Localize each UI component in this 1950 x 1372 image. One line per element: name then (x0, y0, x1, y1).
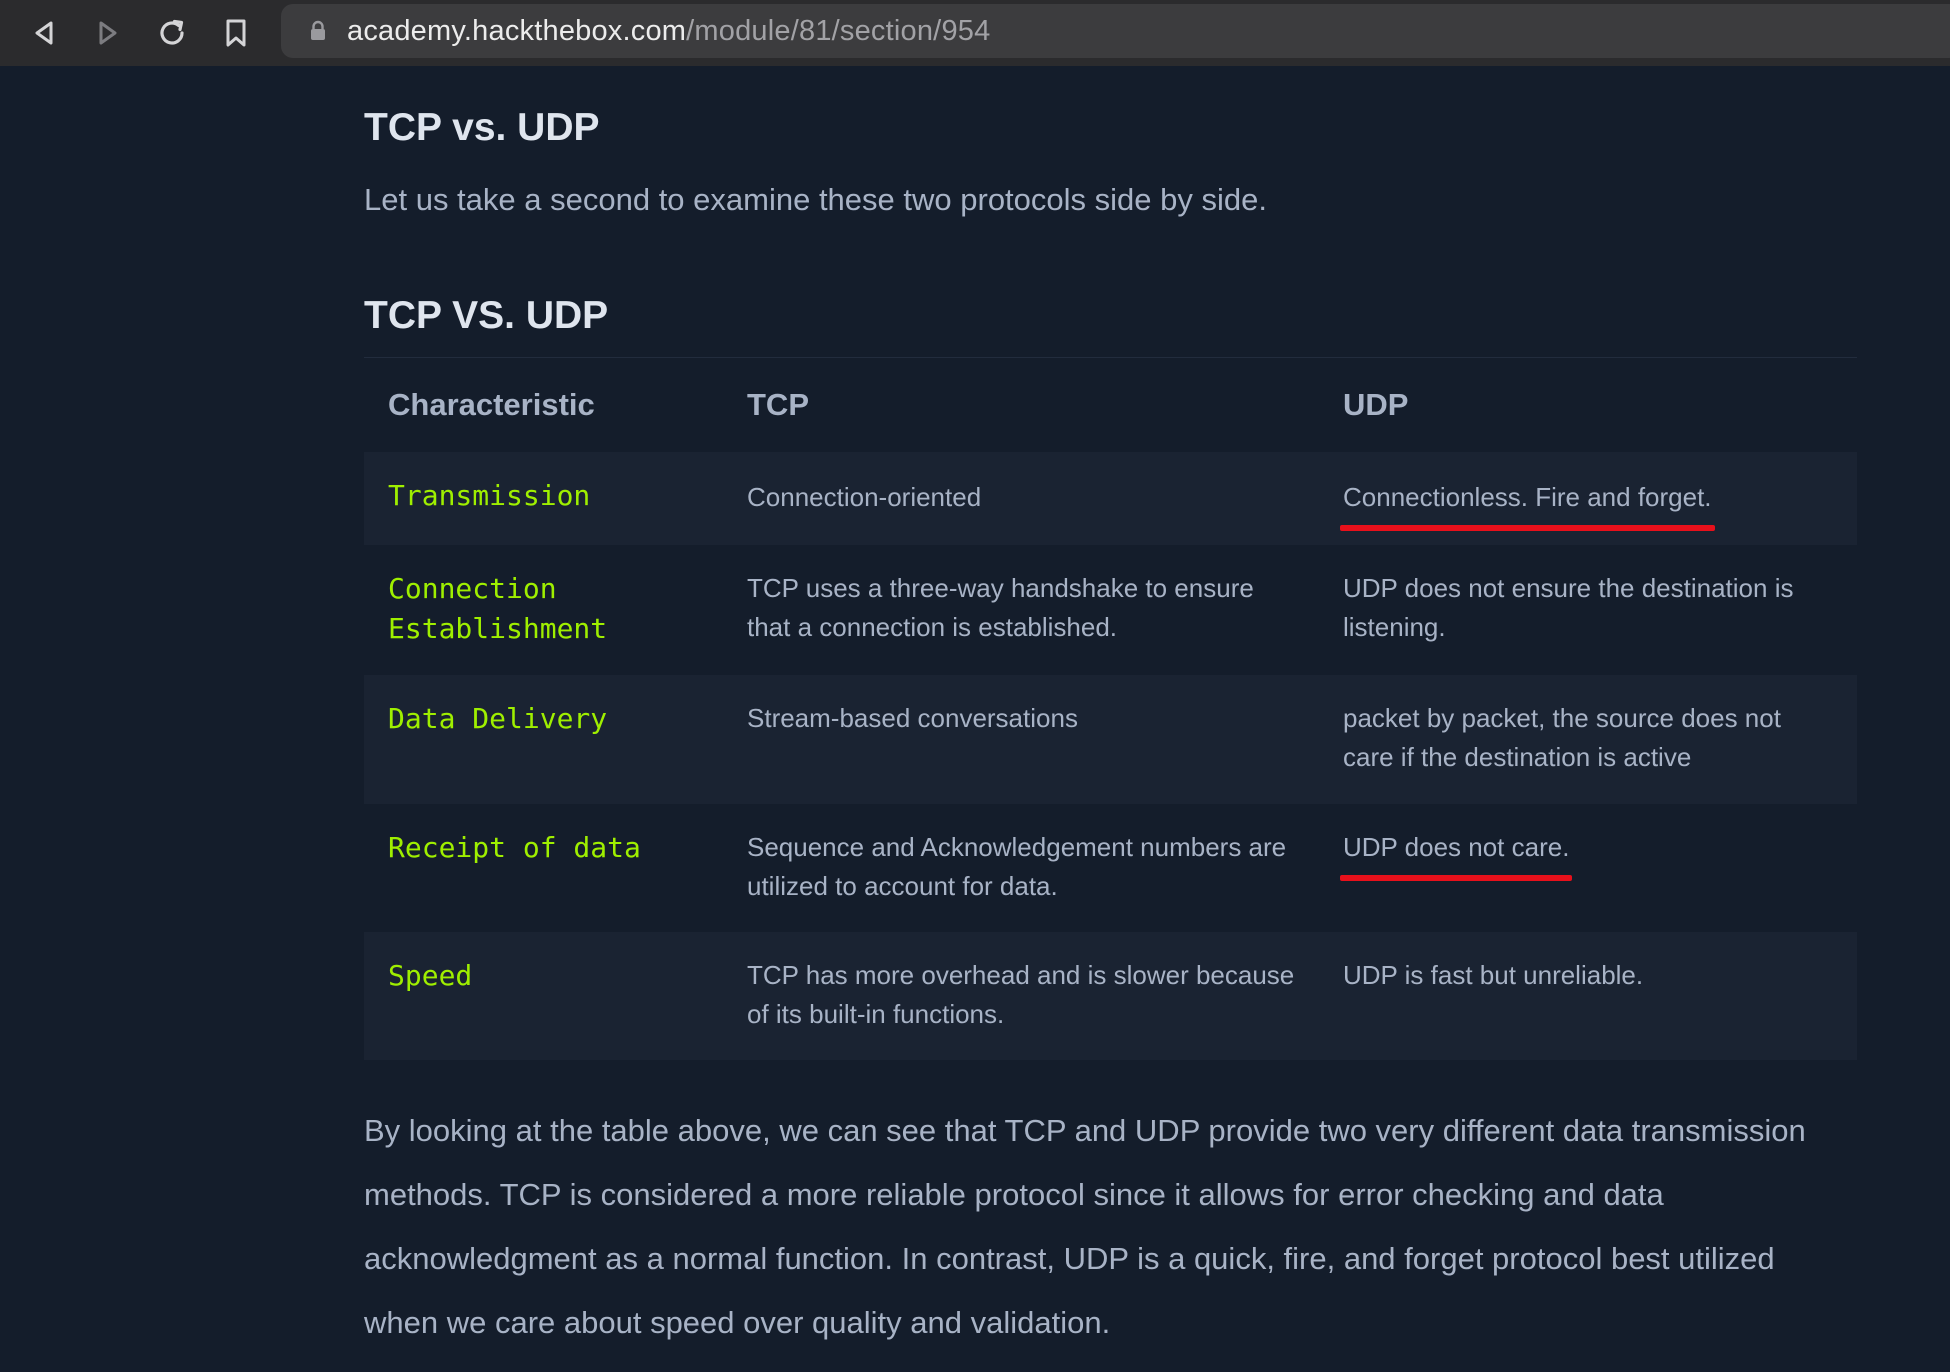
section-heading: TCP vs. UDP (364, 106, 600, 149)
tcp-udp-comparison-table: Characteristic TCP UDP Transmission Conn… (364, 358, 1857, 1060)
table-row: Transmission Connection-oriented Connect… (364, 452, 1857, 545)
back-icon (35, 21, 53, 45)
table-row: Data Delivery Stream-based conversations… (364, 675, 1857, 804)
forward-icon (99, 21, 117, 45)
bookmark-icon (226, 19, 246, 47)
characteristic-cell: Receipt of data (388, 831, 641, 864)
url-host: academy.hackthebox.com (347, 14, 687, 47)
udp-cell-label: UDP does not care. (1343, 832, 1570, 862)
tcp-cell: Connection-oriented (723, 452, 1319, 545)
udp-cell: packet by packet, the source does not ca… (1319, 675, 1857, 804)
udp-cell-text: UDP does not care. (1340, 828, 1573, 881)
bookmark-button[interactable] (204, 0, 268, 66)
characteristic-cell: Data Delivery (364, 675, 723, 804)
udp-cell: UDP is fast but unreliable. (1319, 932, 1857, 1060)
tcp-cell: Stream-based conversations (723, 675, 1319, 804)
table-title: TCP VS. UDP (364, 294, 609, 337)
table-row: Receipt of data Sequence and Acknowledge… (364, 804, 1857, 932)
address-bar[interactable]: academy.hackthebox.com/module/81/section… (281, 4, 1950, 58)
characteristic-cell: Speed (364, 932, 723, 1060)
table-row: Connection Establishment TCP uses a thre… (364, 545, 1857, 675)
conclusion-paragraph: By looking at the table above, we can se… (364, 1113, 1806, 1340)
table-row: Speed TCP has more overhead and is slowe… (364, 932, 1857, 1060)
table-header-row: Characteristic TCP UDP (364, 358, 1857, 452)
udp-cell-text: Connectionless. Fire and forget. (1340, 478, 1715, 531)
tcp-cell: Sequence and Acknowledgement numbers are… (747, 832, 1287, 901)
udp-cell: UDP does not ensure the destination is l… (1343, 573, 1794, 642)
intro-paragraph: Let us take a second to examine these tw… (364, 182, 1267, 217)
red-underline-annotation (1340, 525, 1715, 531)
forward-button[interactable] (76, 0, 140, 66)
url-text: academy.hackthebox.com/module/81/section… (347, 15, 990, 48)
red-underline-annotation (1340, 875, 1573, 881)
browser-toolbar: academy.hackthebox.com/module/81/section… (0, 0, 1950, 66)
characteristic-cell: Connection Establishment (388, 572, 608, 645)
reload-icon (160, 19, 184, 45)
header-udp: UDP (1343, 387, 1409, 422)
url-path: /module/81/section/954 (686, 14, 991, 47)
back-button[interactable] (12, 0, 76, 66)
header-tcp: TCP (747, 387, 809, 422)
udp-cell: Connectionless. Fire and forget. (1319, 452, 1857, 545)
tcp-cell: TCP uses a three-way handshake to ensure… (747, 573, 1254, 642)
udp-cell-label: Connectionless. Fire and forget. (1343, 482, 1712, 512)
reload-button[interactable] (140, 0, 204, 66)
characteristic-cell: Transmission (364, 452, 723, 545)
lock-icon (303, 20, 333, 42)
header-characteristic: Characteristic (388, 387, 595, 422)
udp-cell: UDP does not care. (1319, 804, 1857, 932)
tcp-cell: TCP has more overhead and is slower beca… (723, 932, 1319, 1060)
